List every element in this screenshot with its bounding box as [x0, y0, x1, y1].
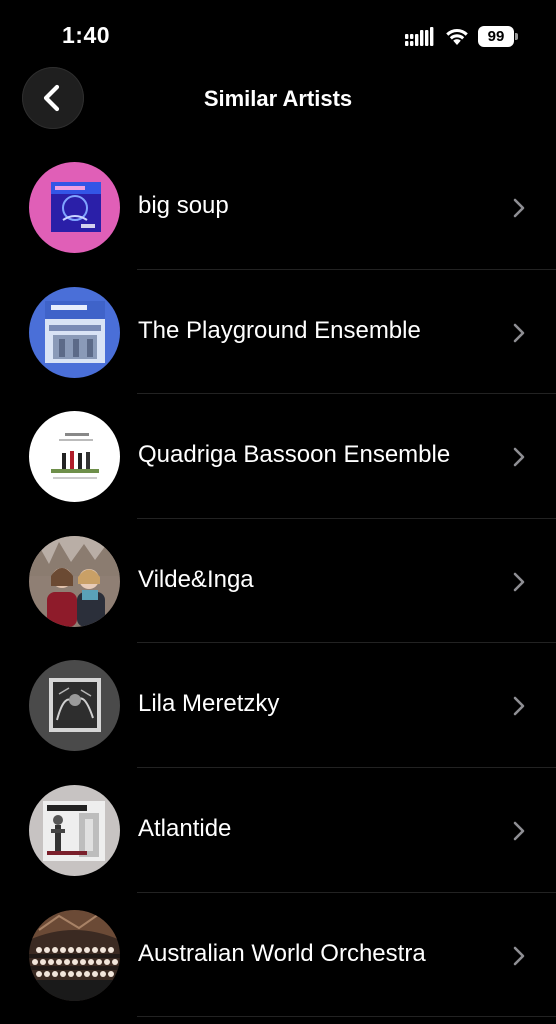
- artist-row-australian-world-orchestra[interactable]: Australian World Orchestra: [0, 893, 556, 1018]
- chevron-right-icon: [513, 697, 525, 716]
- artist-avatar: [29, 286, 120, 378]
- artist-avatar: [29, 909, 120, 1001]
- battery-level: 99: [478, 26, 514, 47]
- artist-name: Lila Meretzky: [138, 690, 280, 718]
- wifi-icon: [446, 28, 468, 45]
- status-bar: 1:40 99: [0, 0, 556, 66]
- status-time: 1:40: [62, 22, 111, 48]
- chevron-right-icon: [513, 323, 525, 342]
- artist-avatar: [29, 162, 120, 253]
- artist-avatar: [29, 784, 120, 876]
- chevron-right-icon: [513, 572, 525, 592]
- page-title: Similar Artists: [203, 86, 353, 111]
- artist-row-big-soup[interactable]: big soup: [0, 145, 556, 270]
- artist-avatar: [29, 411, 120, 503]
- artist-name: big soup: [138, 192, 229, 219]
- artist-name: The Playground Ensemble: [138, 316, 421, 344]
- artist-row-vilde-inga[interactable]: Vilde&Inga: [0, 519, 556, 644]
- cellular-signal-icon: [405, 27, 434, 46]
- battery-icon: 99: [478, 26, 518, 47]
- artist-row-quadriga-bassoon-ensemble[interactable]: Quadriga Bassoon Ensemble: [0, 394, 556, 519]
- chevron-right-icon: [513, 821, 525, 841]
- artist-name: Atlantide: [138, 814, 232, 842]
- chevron-right-icon: [513, 946, 525, 965]
- chevron-right-icon: [513, 447, 525, 467]
- artist-row-atlantide[interactable]: Atlantide: [0, 768, 556, 893]
- chevron-right-icon: [513, 198, 525, 218]
- artist-name: Australian World Orchestra: [138, 939, 426, 967]
- artist-row-lila-meretzky[interactable]: Lila Meretzky: [0, 643, 556, 768]
- battery-tip: [515, 33, 518, 40]
- artist-avatar: [29, 535, 120, 627]
- artist-avatar: [29, 660, 120, 752]
- artist-name: Vilde&Inga: [138, 565, 254, 593]
- similar-artists-list: big soup The Playground Ensemble Quadrig…: [0, 145, 556, 1017]
- artist-row-the-playground-ensemble[interactable]: The Playground Ensemble: [0, 270, 556, 395]
- artist-name: Quadriga Bassoon Ensemble: [138, 441, 451, 469]
